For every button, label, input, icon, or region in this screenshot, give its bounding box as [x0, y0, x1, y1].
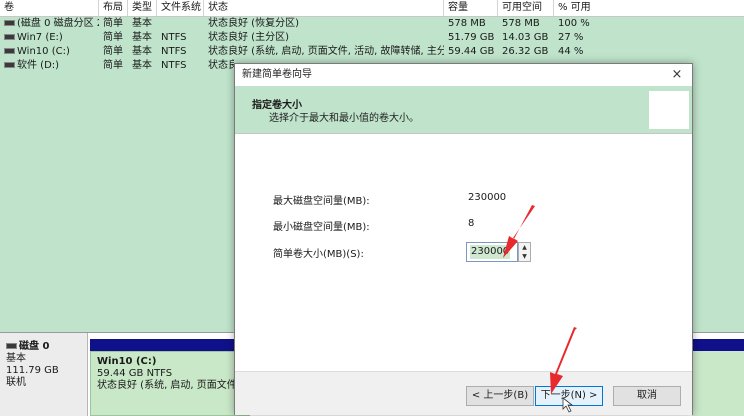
volume-size-value: 230000	[470, 245, 511, 259]
max-size-label: 最大磁盘空间量(MB):	[273, 196, 370, 207]
volume-filesystem: NTFS	[161, 60, 187, 71]
disk-icon	[4, 62, 15, 68]
volume-status: 状态良好 (主分区)	[208, 32, 289, 43]
volume-filesystem	[157, 17, 204, 31]
disk-icon	[4, 48, 15, 54]
spin-buttons: ▲ ▼	[518, 242, 531, 262]
column-header-status[interactable]: 状态	[204, 0, 444, 16]
max-size-value: 230000	[468, 192, 507, 203]
volume-capacity: 59.44 GB	[448, 46, 495, 57]
column-header-filesystem[interactable]: 文件系统	[157, 0, 204, 16]
column-header-capacity[interactable]: 容量	[444, 0, 498, 16]
volume-row[interactable]: Win7 (E:) 简单 基本 NTFS 状态良好 (主分区) 51.79 GB…	[0, 31, 744, 45]
back-button[interactable]: < 上一步(B)	[466, 386, 534, 406]
disk-label[interactable]: 磁盘 0 基本 111.79 GB 联机	[0, 333, 88, 416]
dialog-title: 新建简单卷向导	[242, 69, 312, 80]
partition-size: 59.44 GB NTFS	[97, 368, 173, 379]
partition-name: Win10 (C:)	[97, 356, 157, 367]
wizard-body: 最大磁盘空间量(MB): 230000 最小磁盘空间量(MB): 8 简单卷大小…	[235, 142, 692, 371]
column-header-type[interactable]: 类型	[128, 0, 157, 16]
spin-down-icon[interactable]: ▼	[519, 252, 530, 261]
disk-icon	[4, 34, 15, 40]
volume-layout: 简单	[103, 46, 123, 57]
volume-percent-free: 100 %	[558, 18, 590, 29]
volume-free-space: 578 MB	[502, 18, 540, 29]
volume-free-space: 14.03 GB	[502, 32, 549, 43]
volume-percent-free: 44 %	[558, 46, 584, 57]
volume-size-label: 简单卷大小(MB)(S):	[273, 249, 364, 260]
partition-block[interactable]: Win10 (C:) 59.44 GB NTFS 状态良好 (系统, 启动, 页…	[90, 351, 250, 416]
volume-status: 状态良好 (系统, 启动, 页面文件, 活动, 故障转储, 主分区)	[208, 46, 444, 57]
min-size-label: 最小磁盘空间量(MB):	[273, 222, 370, 233]
volume-filesystem: NTFS	[161, 46, 187, 57]
volume-capacity: 51.79 GB	[448, 32, 495, 43]
volume-percent-free: 27 %	[558, 32, 584, 43]
volume-layout: 简单	[103, 60, 123, 71]
volume-size-stepper[interactable]: 230000 ▲ ▼	[466, 242, 531, 262]
wizard-footer: < 上一步(B) 下一步(N) > 取消	[235, 371, 692, 415]
volume-type: 基本	[132, 18, 152, 29]
volume-status: 状态良	[208, 60, 234, 71]
disk-size: 111.79 GB	[6, 365, 59, 376]
new-simple-volume-wizard: 新建简单卷向导 × 指定卷大小 选择介于最大和最小值的卷大小。 最大磁盘空间量(…	[234, 63, 693, 415]
close-icon[interactable]: ×	[668, 64, 686, 86]
volume-type: 基本	[132, 60, 152, 71]
volume-name: Win7 (E:)	[17, 32, 63, 43]
column-header-layout[interactable]: 布局	[99, 0, 128, 16]
disk-type: 基本	[6, 353, 26, 364]
volume-row[interactable]: Win10 (C:) 简单 基本 NTFS 状态良好 (系统, 启动, 页面文件…	[0, 45, 744, 59]
wizard-subheading: 选择介于最大和最小值的卷大小。	[269, 113, 419, 124]
disk-state: 联机	[6, 377, 26, 388]
cancel-button[interactable]: 取消	[613, 386, 681, 406]
volume-size-input[interactable]: 230000	[466, 242, 518, 262]
partition-block-right[interactable]	[692, 351, 744, 416]
partition-status: 状态良好 (系统, 启动, 页面文件, 活	[97, 380, 250, 391]
volume-name: (磁盘 0 磁盘分区 2)	[17, 18, 99, 29]
volume-capacity: 578 MB	[448, 18, 486, 29]
volume-type: 基本	[132, 46, 152, 57]
volume-type: 基本	[132, 32, 152, 43]
volume-free-space: 26.32 GB	[502, 46, 549, 57]
volume-layout: 简单	[103, 18, 123, 29]
volume-name: 软件 (D:)	[17, 60, 60, 71]
column-header-free-space[interactable]: 可用空间	[498, 0, 554, 16]
volume-table-header: 卷 布局 类型 文件系统 状态 容量 可用空间 % 可用	[0, 0, 744, 17]
volume-name: Win10 (C:)	[17, 46, 70, 57]
column-header-volume[interactable]: 卷	[0, 0, 99, 16]
volume-layout: 简单	[103, 32, 123, 43]
disk-icon	[4, 20, 15, 26]
volume-row[interactable]: (磁盘 0 磁盘分区 2) 简单 基本 状态良好 (恢复分区) 578 MB 5…	[0, 17, 744, 31]
volume-status: 状态良好 (恢复分区)	[208, 18, 299, 29]
next-button[interactable]: 下一步(N) >	[535, 386, 603, 406]
wizard-header-image	[649, 91, 689, 129]
volume-filesystem: NTFS	[161, 32, 187, 43]
dialog-titlebar[interactable]: 新建简单卷向导 ×	[235, 64, 692, 86]
spin-up-icon[interactable]: ▲	[519, 243, 530, 252]
disk-name: 磁盘 0	[19, 341, 50, 352]
min-size-value: 8	[468, 218, 475, 229]
column-header-percent-free[interactable]: % 可用	[554, 0, 744, 16]
disk-icon	[6, 343, 17, 349]
